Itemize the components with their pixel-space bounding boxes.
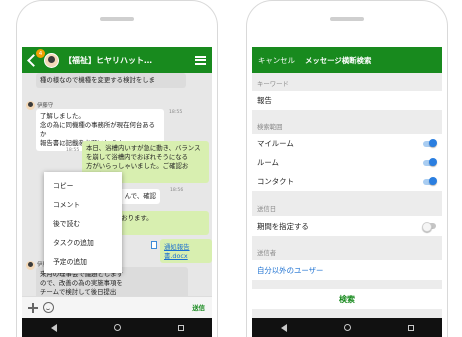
android-navbar	[22, 318, 212, 337]
chat-input-bar: 送信	[22, 296, 212, 318]
attachment-link[interactable]: 通処報告書.docx	[160, 239, 212, 263]
scope-row-room[interactable]: ルーム	[252, 153, 442, 172]
sender-select[interactable]: 自分以外のユーザー	[252, 260, 442, 280]
date-range-row[interactable]: 期間を指定する	[252, 216, 442, 236]
sender-name: 伊藤守	[37, 103, 54, 109]
file-icon	[151, 241, 157, 249]
nav-recent-icon[interactable]	[407, 324, 414, 331]
page-title: メッセージ横断検索	[304, 55, 372, 65]
scope-label: マイルーム	[257, 139, 294, 148]
menu-item-read-later[interactable]: 後で読む	[44, 213, 122, 232]
nav-home-icon[interactable]	[343, 324, 351, 331]
contact-toggle[interactable]	[423, 177, 437, 185]
menu-item-comment[interactable]: コメント	[44, 194, 122, 213]
date-range-toggle[interactable]	[422, 221, 436, 232]
keyword-section-label: キーワード	[257, 80, 289, 88]
room-title: 【福祉】ヒヤリハット…	[64, 55, 152, 65]
menu-item-copy[interactable]: コピー	[44, 175, 122, 194]
context-menu: コピー コメント 後で読む タスクの追加 予定の追加	[44, 172, 122, 273]
menu-icon[interactable]	[195, 55, 206, 65]
phone-speaker	[330, 17, 364, 21]
nav-back-icon[interactable]	[280, 323, 287, 332]
menu-item-add-task[interactable]: タスクの追加	[44, 232, 122, 251]
menu-item-add-schedule[interactable]: 予定の追加	[44, 251, 122, 270]
message-time: 18:56	[170, 188, 184, 193]
search-button[interactable]: 検索	[252, 289, 442, 309]
cancel-button[interactable]: キャンセル	[258, 55, 295, 66]
screenshot-stage: 4 【福祉】ヒヤリハット… 種の様なので機種を変更する検討をしま 伊藤守 了解し…	[0, 0, 462, 337]
date-range-label: 期間を指定する	[257, 221, 309, 231]
chat-message[interactable]: 種の様なので機種を変更する検討をしま	[36, 73, 186, 88]
nav-recent-icon[interactable]	[177, 324, 184, 331]
search-header: キャンセル メッセージ横断検索	[252, 47, 442, 73]
chat-screen: 4 【福祉】ヒヤリハット… 種の様なので機種を変更する検討をしま 伊藤守 了解し…	[22, 47, 212, 337]
room-toggle[interactable]	[423, 158, 437, 166]
room-avatar	[44, 52, 59, 68]
sender-avatar	[26, 261, 35, 270]
scope-label: コンタクト	[257, 177, 294, 186]
myroom-toggle[interactable]	[423, 139, 437, 147]
nav-back-icon[interactable]	[50, 323, 57, 332]
phone-speaker	[100, 17, 134, 21]
sender-avatar	[26, 101, 35, 110]
left-phone: 4 【福祉】ヒヤリハット… 種の様なので機種を変更する検討をしま 伊藤守 了解し…	[16, 0, 218, 337]
emoji-icon[interactable]	[43, 302, 54, 313]
scope-row-contact[interactable]: コンタクト	[252, 172, 442, 191]
scope-row-myroom[interactable]: マイルーム	[252, 134, 442, 153]
search-form: キーワード 報告 検索範囲 マイルーム ルーム コンタクト 送信日 期間を指定す…	[252, 73, 442, 318]
android-navbar	[252, 318, 442, 337]
message-time: 18:55	[169, 110, 183, 115]
nav-home-icon[interactable]	[113, 324, 121, 331]
keyword-input[interactable]: 報告	[252, 91, 442, 110]
scope-label: ルーム	[257, 158, 279, 167]
message-time: 18:55	[66, 148, 80, 153]
sender-section-label: 送信者	[257, 249, 277, 257]
send-button[interactable]: 送信	[192, 303, 205, 312]
scope-section-label: 検索範囲	[257, 123, 283, 131]
right-phone: キャンセル メッセージ横断検索 キーワード 報告 検索範囲 マイルーム ルーム …	[246, 0, 448, 337]
plus-icon[interactable]	[28, 302, 38, 313]
date-section-label: 送信日	[257, 205, 277, 213]
search-screen: キャンセル メッセージ横断検索 キーワード 報告 検索範囲 マイルーム ルーム …	[252, 47, 442, 337]
chat-header: 4 【福祉】ヒヤリハット…	[22, 47, 212, 73]
